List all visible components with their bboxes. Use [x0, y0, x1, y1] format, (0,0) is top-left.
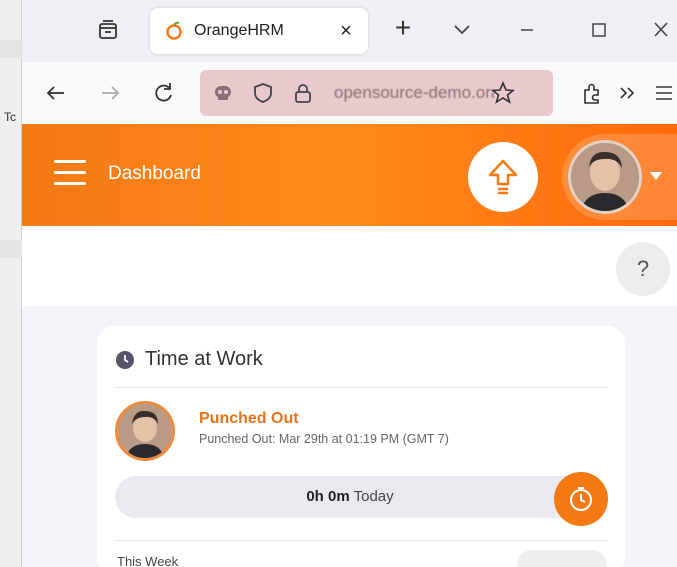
card-header: Time at Work — [115, 348, 607, 388]
app-menu-button[interactable] — [650, 79, 677, 107]
minimize-icon — [521, 29, 533, 31]
extensions-button[interactable] — [578, 79, 606, 107]
page-title: Dashboard — [108, 163, 201, 184]
tab-dropdown-button[interactable] — [450, 17, 474, 41]
upgrade-button[interactable] — [468, 142, 538, 212]
forward-button[interactable] — [96, 79, 124, 107]
minimize-button[interactable] — [512, 16, 542, 44]
url-text: opensource-demo.orangehrmlive.com — [334, 83, 494, 102]
today-hours: 0h 0m Today — [115, 476, 585, 518]
maximize-icon — [592, 23, 606, 37]
sidebar-toggle-icon[interactable] — [54, 160, 86, 185]
chevron-down-icon — [454, 25, 470, 35]
clock-icon — [116, 351, 134, 369]
forward-arrow-icon — [102, 86, 120, 100]
avatar — [568, 140, 642, 214]
help-button[interactable]: ? — [616, 242, 670, 296]
employee-avatar — [115, 401, 175, 461]
new-tab-button[interactable]: + — [389, 14, 417, 42]
app-header: Dashboard — [22, 124, 677, 226]
reload-icon — [155, 83, 172, 102]
window-close-button[interactable] — [646, 16, 676, 44]
caret-down-icon — [650, 172, 662, 180]
user-photo-icon — [571, 143, 639, 211]
lock-icon — [295, 84, 311, 103]
puzzle-icon — [584, 83, 599, 104]
week-summary-pill — [517, 550, 607, 567]
tab-orangehrm[interactable]: OrangeHRM × — [150, 8, 368, 54]
tab-strip: OrangeHRM × + — [22, 0, 677, 62]
time-at-work-card: Time at Work Punched Out Punched Out: Ma… — [97, 326, 625, 567]
background-window: Tc — [0, 0, 22, 567]
tracking-protection-icon — [215, 86, 231, 100]
hamburger-menu-icon — [656, 86, 672, 100]
bookmark-star-icon[interactable] — [490, 80, 516, 106]
employee-photo-icon — [118, 404, 172, 458]
navigation-bar: opensource-demo.orangehrmlive.com — [22, 62, 677, 124]
user-dropdown[interactable] — [562, 134, 677, 220]
dashboard-content: Time at Work Punched Out Punched Out: Ma… — [22, 306, 677, 567]
background-window-label: Tc — [4, 110, 16, 124]
double-chevron-right-icon — [620, 87, 635, 99]
divider — [115, 540, 607, 541]
shield-icon — [254, 83, 272, 103]
this-week-label: This Week — [117, 554, 179, 567]
tab-close-icon[interactable]: × — [334, 19, 358, 43]
browser-window: OrangeHRM × + opensource-demo.or Dashboa… — [22, 0, 677, 567]
upgrade-arrow-icon — [488, 159, 518, 195]
tab-list-icon — [99, 20, 117, 39]
tab-list-button[interactable] — [96, 18, 120, 42]
orangehrm-favicon-icon — [166, 21, 182, 40]
today-hours-value: 0h 0m — [306, 488, 350, 505]
card-title: Time at Work — [145, 348, 263, 370]
punch-status: Punched Out — [199, 410, 299, 427]
back-arrow-icon — [46, 86, 64, 100]
punch-status-detail: Punched Out: Mar 29th at 01:19 PM (GMT 7… — [199, 432, 449, 446]
reload-button[interactable] — [150, 79, 178, 107]
background-window-bar — [0, 40, 22, 58]
more-tools-button[interactable] — [614, 79, 642, 107]
address-bar[interactable]: opensource-demo.orangehrmlive.com — [200, 70, 553, 116]
punch-in-button[interactable] — [554, 472, 608, 526]
today-hours-label: Today — [353, 488, 394, 505]
maximize-button[interactable] — [584, 16, 614, 44]
top-subbar: ? — [22, 226, 677, 306]
back-button[interactable] — [42, 79, 70, 107]
stopwatch-icon — [570, 487, 592, 511]
tab-title: OrangeHRM — [194, 22, 284, 39]
background-window-bar — [0, 240, 22, 258]
close-icon — [654, 22, 668, 37]
